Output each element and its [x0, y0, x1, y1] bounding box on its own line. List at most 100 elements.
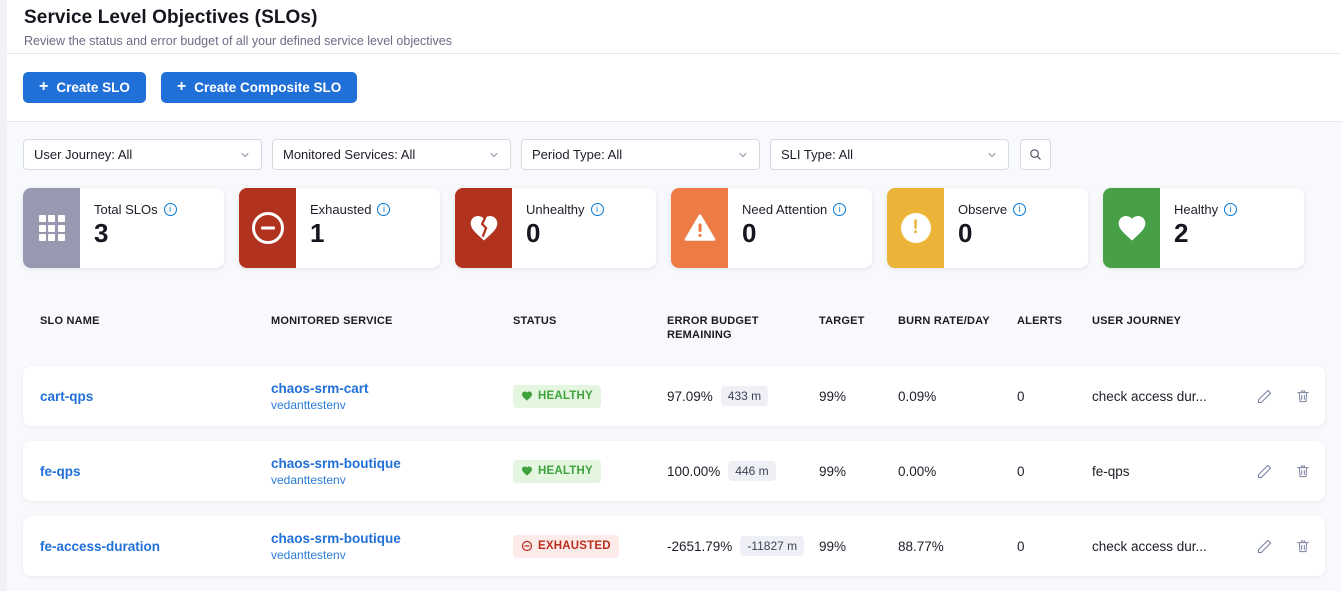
edit-button[interactable]	[1256, 463, 1273, 480]
stat-card-observe[interactable]: Observe 0	[887, 188, 1088, 268]
environment-link[interactable]: vedanttestenv	[271, 473, 513, 487]
info-icon[interactable]	[164, 203, 177, 216]
stat-value: 0	[958, 218, 1026, 249]
period-type-filter[interactable]: Period Type: All	[521, 139, 760, 170]
stat-card-exhausted[interactable]: Exhausted 1	[239, 188, 440, 268]
stat-card-need-attention[interactable]: Need Attention 0	[671, 188, 872, 268]
status-label: HEALTHY	[538, 465, 593, 477]
stat-card-total-slos[interactable]: Total SLOs 3	[23, 188, 224, 268]
grid-icon	[23, 188, 80, 268]
table-row[interactable]: fe-access-duration chaos-srm-boutique ve…	[23, 516, 1325, 576]
error-budget-pct: 97.09%	[667, 389, 713, 404]
pencil-icon	[1256, 538, 1273, 555]
error-budget-minutes: 433 m	[721, 386, 768, 406]
slo-name-link[interactable]: fe-access-duration	[40, 539, 271, 554]
status-badge: HEALTHY	[513, 385, 601, 408]
info-icon[interactable]	[1224, 203, 1237, 216]
stat-card-unhealthy[interactable]: Unhealthy 0	[455, 188, 656, 268]
edit-button[interactable]	[1256, 538, 1273, 555]
target-value: 99%	[819, 539, 898, 554]
stat-label: Need Attention	[742, 202, 827, 217]
stat-value: 2	[1174, 218, 1237, 249]
col-user-journey: USER JOURNEY	[1092, 314, 1252, 328]
monitored-services-filter-label: Monitored Services: All	[283, 147, 415, 162]
chevron-down-icon	[488, 149, 500, 161]
page-title: Service Level Objectives (SLOs)	[24, 7, 1341, 29]
pencil-icon	[1256, 388, 1273, 405]
plus-icon	[39, 79, 48, 95]
delete-button[interactable]	[1295, 538, 1311, 554]
content-area: User Journey: All Monitored Services: Al…	[7, 122, 1341, 591]
environment-link[interactable]: vedanttestenv	[271, 548, 513, 562]
delete-button[interactable]	[1295, 388, 1311, 404]
create-slo-button[interactable]: Create SLO	[23, 72, 146, 103]
col-status: STATUS	[513, 314, 667, 328]
alerts-count: 0	[1017, 539, 1092, 554]
plus-icon	[177, 79, 186, 95]
toolbar: Create SLO Create Composite SLO	[7, 54, 1341, 122]
stat-label: Observe	[958, 202, 1007, 217]
table-row[interactable]: fe-qps chaos-srm-boutique vedanttestenv …	[23, 441, 1325, 501]
table-row[interactable]: cart-qps chaos-srm-cart vedanttestenv HE…	[23, 366, 1325, 426]
user-journey-filter[interactable]: User Journey: All	[23, 139, 262, 170]
col-error-budget-remaining: ERROR BUDGET REMAINING	[667, 314, 819, 342]
exclamation-circle-icon	[887, 188, 944, 268]
monitored-services-filter[interactable]: Monitored Services: All	[272, 139, 511, 170]
period-type-filter-label: Period Type: All	[532, 147, 622, 162]
environment-link[interactable]: vedanttestenv	[271, 398, 513, 412]
stat-label: Unhealthy	[526, 202, 585, 217]
burn-rate-value: 0.00%	[898, 464, 1017, 479]
col-burn-rate: BURN RATE/DAY	[898, 314, 1017, 328]
page-header: Service Level Objectives (SLOs) Review t…	[7, 0, 1341, 54]
minus-circle-icon	[239, 188, 296, 268]
col-target: TARGET	[819, 314, 898, 328]
slo-name-link[interactable]: cart-qps	[40, 389, 271, 404]
user-journey-value: check access dur...	[1092, 389, 1252, 404]
heart-icon	[1103, 188, 1160, 268]
chevron-down-icon	[737, 149, 749, 161]
chevron-down-icon	[986, 149, 998, 161]
col-slo-name: SLO NAME	[40, 314, 271, 328]
pencil-icon	[1256, 463, 1273, 480]
monitored-service-link[interactable]: chaos-srm-boutique	[271, 456, 513, 471]
delete-button[interactable]	[1295, 463, 1311, 479]
burn-rate-value: 88.77%	[898, 539, 1017, 554]
user-journey-value: fe-qps	[1092, 464, 1252, 479]
info-icon[interactable]	[833, 203, 846, 216]
chevron-down-icon	[239, 149, 251, 161]
search-button[interactable]	[1020, 139, 1051, 170]
stat-value: 0	[526, 218, 604, 249]
edit-button[interactable]	[1256, 388, 1273, 405]
filter-bar: User Journey: All Monitored Services: Al…	[23, 139, 1325, 170]
user-journey-filter-label: User Journey: All	[34, 147, 132, 162]
slo-dashboard: Service Level Objectives (SLOs) Review t…	[0, 0, 1341, 591]
target-value: 99%	[819, 389, 898, 404]
stat-label: Total SLOs	[94, 202, 158, 217]
user-journey-value: check access dur...	[1092, 539, 1252, 554]
info-icon[interactable]	[591, 203, 604, 216]
error-budget-minutes: 446 m	[728, 461, 775, 481]
stat-card-healthy[interactable]: Healthy 2	[1103, 188, 1304, 268]
create-composite-slo-button[interactable]: Create Composite SLO	[161, 72, 357, 103]
create-composite-slo-label: Create Composite SLO	[194, 80, 341, 95]
col-alerts: ALERTS	[1017, 314, 1092, 328]
info-icon[interactable]	[377, 203, 390, 216]
info-icon[interactable]	[1013, 203, 1026, 216]
search-icon	[1028, 147, 1043, 162]
error-budget-pct: 100.00%	[667, 464, 720, 479]
trash-icon	[1295, 388, 1311, 404]
status-badge: HEALTHY	[513, 460, 601, 483]
slo-name-link[interactable]: fe-qps	[40, 464, 271, 479]
monitored-service-link[interactable]: chaos-srm-cart	[271, 381, 513, 396]
col-monitored-service: MONITORED SERVICE	[271, 314, 513, 328]
stat-label: Healthy	[1174, 202, 1218, 217]
sli-type-filter[interactable]: SLI Type: All	[770, 139, 1009, 170]
stat-value: 1	[310, 218, 390, 249]
page-subtitle: Review the status and error budget of al…	[24, 34, 1341, 48]
monitored-service-link[interactable]: chaos-srm-boutique	[271, 531, 513, 546]
trash-icon	[1295, 538, 1311, 554]
status-badge: EXHAUSTED	[513, 535, 619, 558]
heart-icon	[521, 390, 533, 402]
alerts-count: 0	[1017, 464, 1092, 479]
sli-type-filter-label: SLI Type: All	[781, 147, 853, 162]
